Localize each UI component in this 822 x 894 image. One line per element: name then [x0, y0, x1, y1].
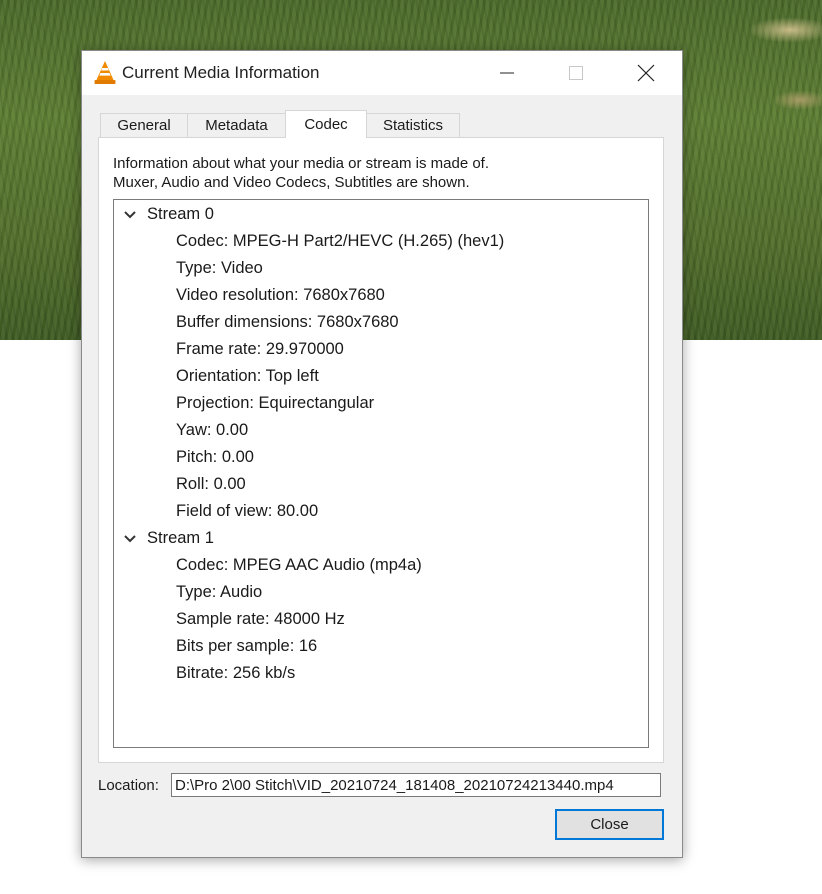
- chevron-down-icon[interactable]: [122, 208, 138, 222]
- codec-tree[interactable]: Stream 0 Codec: MPEG-H Part2/HEVC (H.265…: [113, 199, 649, 748]
- location-label: Location:: [98, 777, 159, 794]
- maximize-icon: [569, 66, 583, 80]
- stream-property[interactable]: Yaw: 0.00: [176, 417, 248, 444]
- stream-property[interactable]: Type: Video: [176, 255, 263, 282]
- stream-property[interactable]: Field of view: 80.00: [176, 498, 318, 525]
- stream-property[interactable]: Orientation: Top left: [176, 363, 319, 390]
- window-title: Current Media Information: [122, 63, 320, 82]
- stream-property[interactable]: Bitrate: 256 kb/s: [176, 660, 295, 687]
- title-bar[interactable]: Current Media Information: [82, 51, 682, 95]
- media-info-dialog: Current Media Information General Metada…: [81, 50, 683, 858]
- minimize-button[interactable]: [484, 51, 530, 95]
- tree-item-stream-1[interactable]: Stream 1: [122, 525, 214, 552]
- stream-property[interactable]: Video resolution: 7680x7680: [176, 282, 385, 309]
- codec-description: Information about what your media or str…: [113, 154, 489, 192]
- description-line-1: Information about what your media or str…: [113, 155, 490, 172]
- location-field[interactable]: [171, 773, 661, 797]
- close-button[interactable]: Close: [555, 809, 664, 840]
- stream-property[interactable]: Frame rate: 29.970000: [176, 336, 344, 363]
- tab-general[interactable]: General: [100, 113, 188, 137]
- stream-property[interactable]: Codec: MPEG-H Part2/HEVC (H.265) (hev1): [176, 228, 504, 255]
- stream-property[interactable]: Projection: Equirectangular: [176, 390, 374, 417]
- vlc-cone-icon: [94, 61, 116, 84]
- codec-panel: Information about what your media or str…: [98, 137, 664, 763]
- tree-item-stream-0[interactable]: Stream 0: [122, 201, 214, 228]
- tab-codec[interactable]: Codec: [285, 110, 367, 138]
- maximize-button[interactable]: [553, 51, 599, 95]
- tab-statistics[interactable]: Statistics: [366, 113, 460, 137]
- stream-property[interactable]: Bits per sample: 16: [176, 633, 317, 660]
- stream-property[interactable]: Buffer dimensions: 7680x7680: [176, 309, 399, 336]
- tab-metadata[interactable]: Metadata: [187, 113, 286, 137]
- close-icon: [637, 64, 655, 82]
- stream-property[interactable]: Sample rate: 48000 Hz: [176, 606, 345, 633]
- chevron-down-icon[interactable]: [122, 532, 138, 546]
- close-window-button[interactable]: [623, 51, 669, 95]
- stream-property[interactable]: Pitch: 0.00: [176, 444, 254, 471]
- stream-property[interactable]: Roll: 0.00: [176, 471, 246, 498]
- description-line-2: Muxer, Audio and Video Codecs, Subtitles…: [113, 174, 470, 191]
- stream-label: Stream 1: [147, 529, 214, 547]
- stream-label: Stream 0: [147, 205, 214, 223]
- stream-property[interactable]: Type: Audio: [176, 579, 262, 606]
- stream-property[interactable]: Codec: MPEG AAC Audio (mp4a): [176, 552, 422, 579]
- minimize-icon: [500, 72, 514, 74]
